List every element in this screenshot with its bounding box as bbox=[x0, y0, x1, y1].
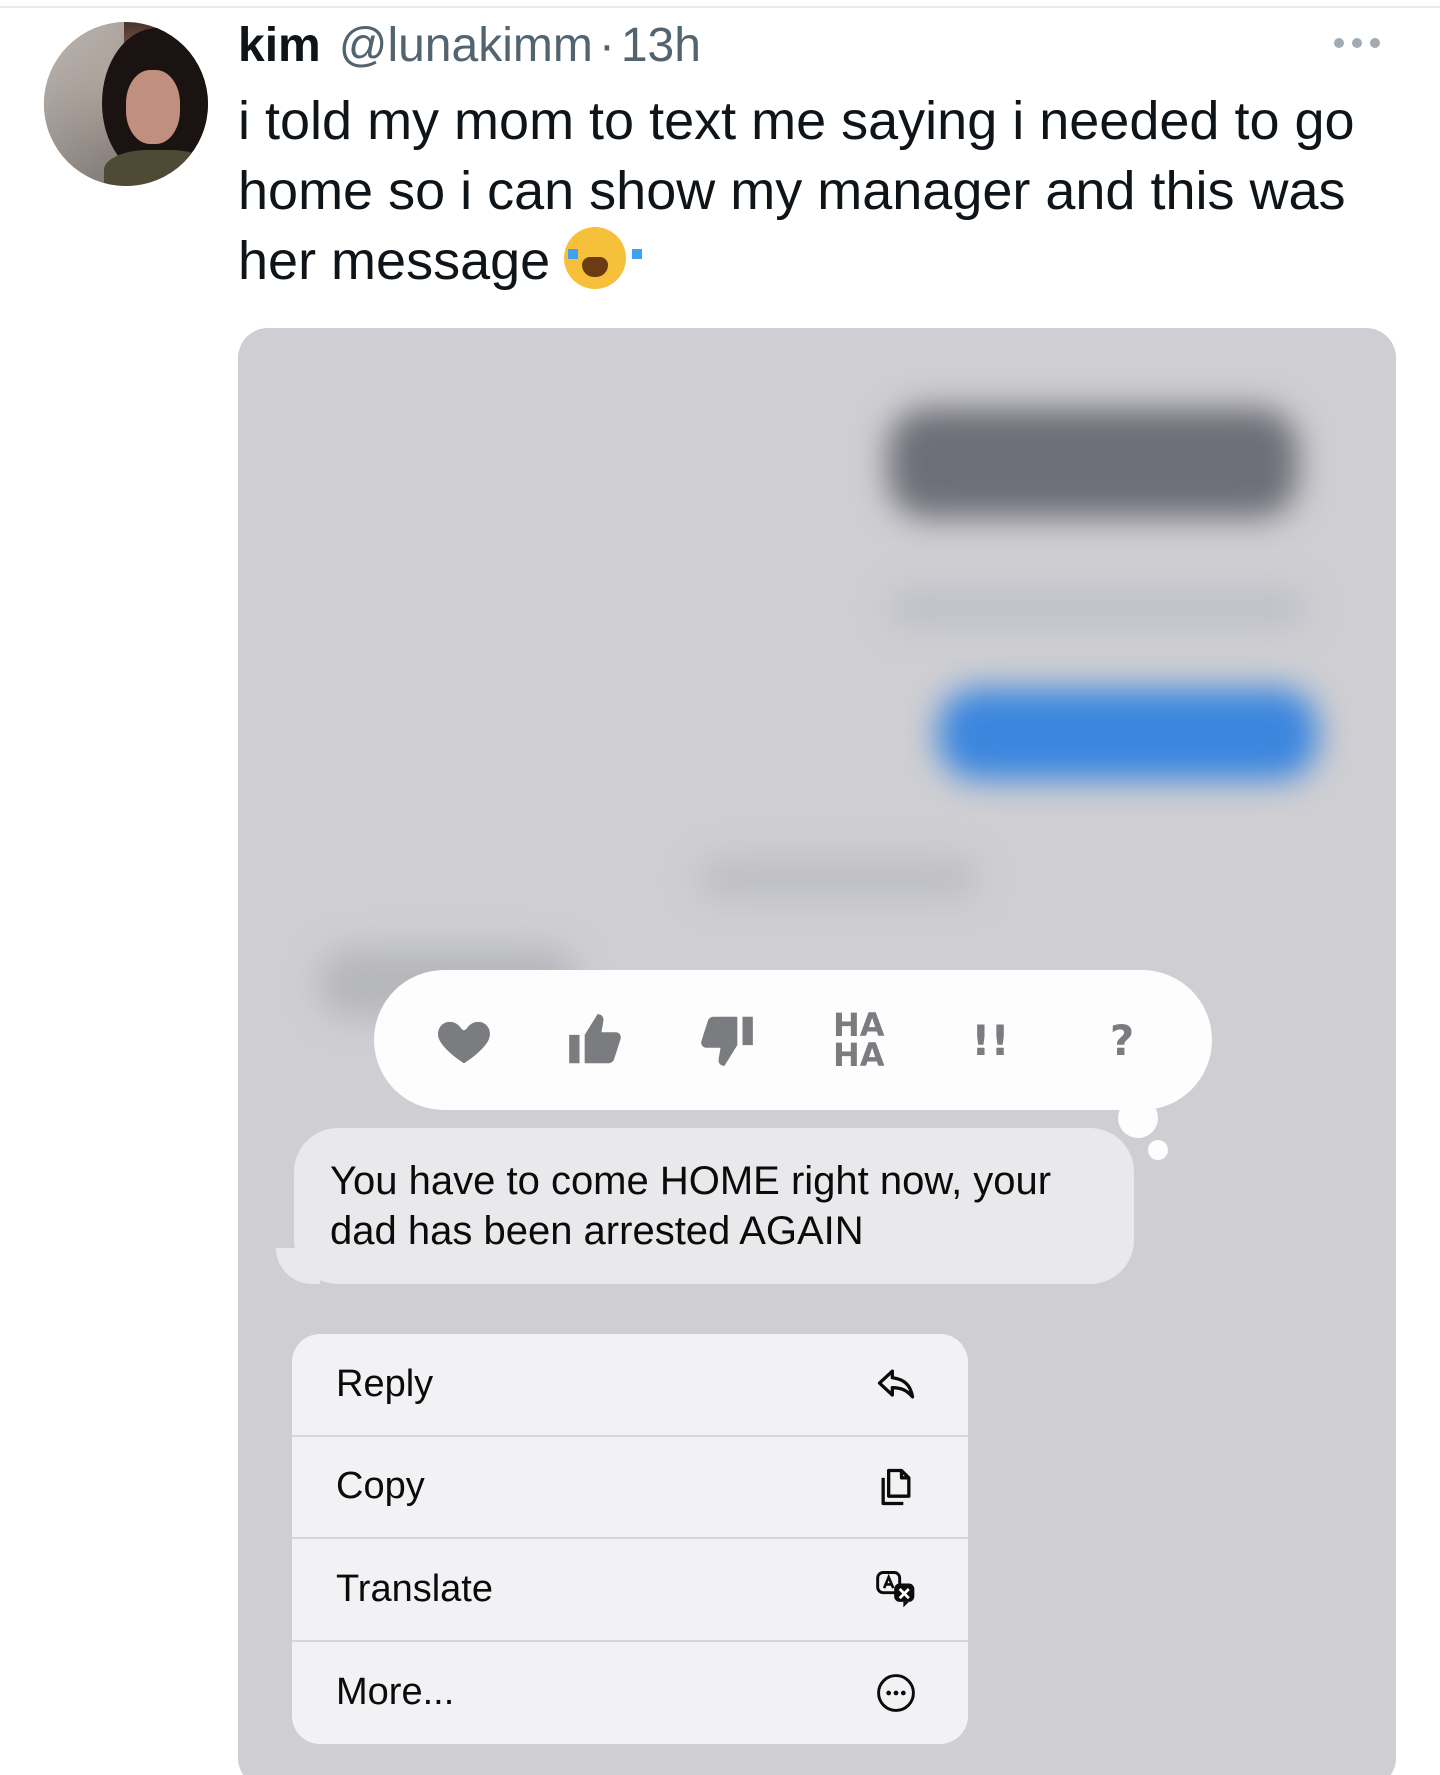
menu-item-translate[interactable]: Translate bbox=[292, 1539, 968, 1642]
reaction-exclamation[interactable]: !! bbox=[950, 1000, 1030, 1080]
author-name[interactable]: kim bbox=[238, 18, 321, 73]
author-handle[interactable]: @lunakimm bbox=[339, 18, 593, 73]
blurred-message bbox=[888, 408, 1298, 518]
blurred-timestamp bbox=[888, 588, 1308, 628]
reaction-thumbs-up[interactable] bbox=[555, 1000, 635, 1080]
avatar-face bbox=[126, 70, 180, 144]
menu-item-copy[interactable]: Copy bbox=[292, 1437, 968, 1539]
avatar[interactable] bbox=[44, 22, 208, 186]
more-options-icon[interactable] bbox=[1334, 38, 1380, 48]
tweet-time[interactable]: 13h bbox=[621, 18, 701, 73]
copy-icon bbox=[872, 1463, 920, 1511]
menu-item-label: Reply bbox=[336, 1362, 434, 1405]
received-message-bubble[interactable]: You have to come HOME right now, your da… bbox=[294, 1128, 1134, 1284]
heart-icon bbox=[437, 1021, 490, 1064]
crying-face-icon bbox=[564, 227, 643, 289]
reaction-heart[interactable] bbox=[424, 1000, 504, 1080]
menu-item-label: Translate bbox=[336, 1567, 493, 1610]
exclamation-label: !! bbox=[971, 1015, 1010, 1065]
reaction-haha[interactable]: HA HA bbox=[819, 1000, 899, 1080]
menu-item-label: Copy bbox=[336, 1465, 425, 1508]
menu-item-reply[interactable]: Reply bbox=[292, 1334, 968, 1437]
tweet-header: kim @lunakimm · 13h bbox=[238, 18, 701, 78]
question-label: ? bbox=[1109, 1015, 1135, 1065]
reply-icon bbox=[872, 1360, 920, 1408]
tweet-text: i told my mom to text me saying i needed… bbox=[238, 86, 1398, 296]
tweet-page: kim @lunakimm · 13h i told my mom to tex… bbox=[0, 0, 1440, 1775]
reaction-question[interactable]: ? bbox=[1082, 1000, 1162, 1080]
avatar-shirt bbox=[104, 150, 208, 186]
haha-label: HA HA bbox=[833, 1006, 885, 1074]
menu-item-more[interactable]: More... bbox=[292, 1642, 968, 1745]
tapback-bar: HA HA !! ? bbox=[374, 970, 1212, 1110]
blurred-sent-message bbox=[938, 688, 1318, 780]
more-circle-icon bbox=[872, 1669, 920, 1717]
translate-icon bbox=[872, 1565, 920, 1613]
blurred-status bbox=[698, 858, 978, 898]
tweet-media-screenshot[interactable]: HA HA !! ? You have to come HOME right no… bbox=[238, 328, 1396, 1775]
tapback-tail-small bbox=[1148, 1140, 1168, 1160]
context-menu: Reply Copy Translate More... bbox=[292, 1334, 968, 1744]
thumbs-up-icon bbox=[569, 1014, 622, 1064]
tweet-body: i told my mom to text me saying i needed… bbox=[238, 91, 1355, 291]
tapback-tail bbox=[1118, 1098, 1158, 1138]
divider bbox=[0, 6, 1440, 8]
separator-dot: · bbox=[598, 19, 615, 72]
menu-item-label: More... bbox=[336, 1671, 455, 1714]
message-text: You have to come HOME right now, your da… bbox=[330, 1159, 1052, 1253]
thumbs-down-icon bbox=[701, 1016, 753, 1066]
reaction-thumbs-down[interactable] bbox=[687, 1000, 767, 1080]
